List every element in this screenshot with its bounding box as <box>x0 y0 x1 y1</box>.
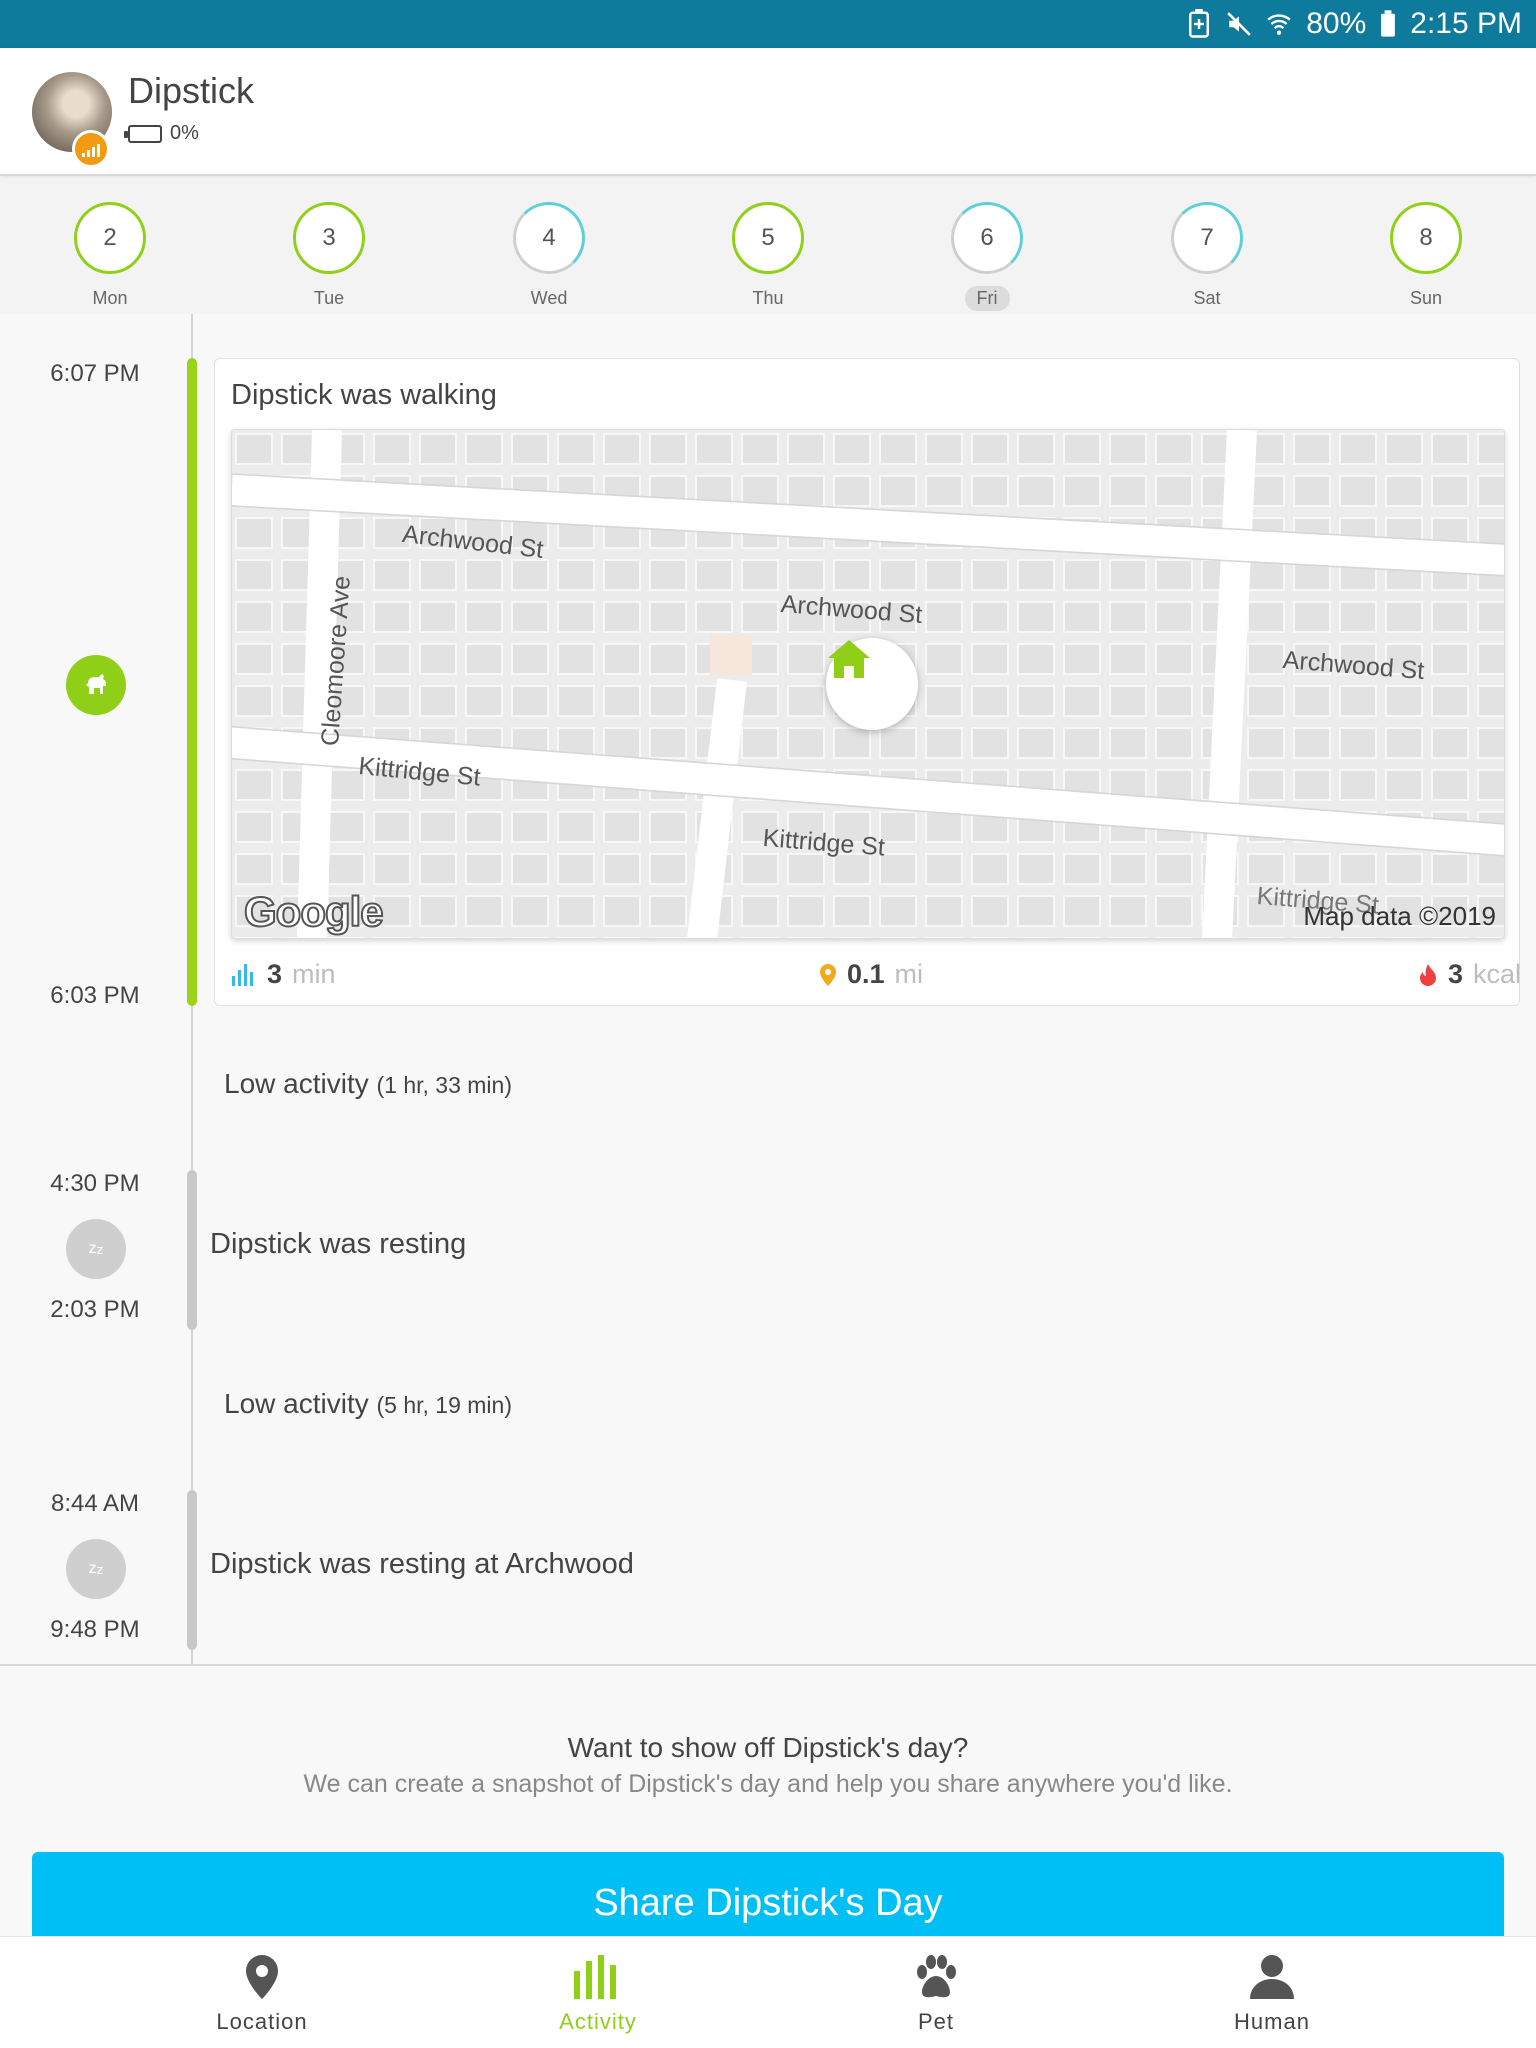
day-label: Mon <box>92 288 128 308</box>
day-thu[interactable]: 5 Thu <box>718 202 818 311</box>
day-sat[interactable]: 7 Sat <box>1157 202 1257 311</box>
day-label: Sat <box>1193 288 1221 308</box>
duration-unit: min <box>292 959 336 989</box>
clock: 2:15 PM <box>1410 7 1522 40</box>
nav-label: Location <box>216 2009 308 2034</box>
sleep-icon: zz <box>66 1539 126 1599</box>
day-mon[interactable]: 2 Mon <box>60 202 160 311</box>
day-ring: 7 <box>1171 202 1243 274</box>
sleep-icon: zz <box>66 1219 126 1279</box>
rest2-start-time: 8:44 AM <box>50 1490 140 1517</box>
mute-icon <box>1227 12 1251 36</box>
day-ring: 4 <box>513 202 585 274</box>
home-pin[interactable] <box>826 638 918 730</box>
signal-badge-icon <box>72 130 110 168</box>
day-label: Thu <box>752 288 784 308</box>
duration-value: 3 <box>267 959 283 989</box>
activity-timeline[interactable]: 6:07 PM 6:03 PM Dipstick was walking Arc… <box>0 314 1536 1666</box>
day-selector: 2 Mon 3 Tue 4 Wed 5 Thu 6 Fri 7 Sat 8 Su… <box>0 178 1536 314</box>
walking-dog-icon <box>66 655 126 715</box>
activity-bars-icon <box>574 1955 616 1999</box>
day-wed[interactable]: 4 Wed <box>499 202 599 311</box>
tracker-battery: 0% <box>124 122 199 145</box>
day-ring: 5 <box>732 202 804 274</box>
low-activity-duration: (1 hr, 33 min) <box>376 1072 513 1098</box>
battery-icon <box>1381 10 1396 37</box>
paw-icon <box>917 1955 956 1998</box>
low-activity-label: Low activity <box>224 1388 369 1419</box>
walk-stats: 3 min 0.1 mi 3 kcal <box>215 949 1521 999</box>
bottom-navigation: Location Activity Pet Human <box>0 1936 1536 2048</box>
tracker-battery-value: 0% <box>170 122 199 144</box>
location-pin-icon <box>820 963 836 986</box>
walk-duration-bar <box>187 358 197 1006</box>
battery-percent: 80% <box>1306 7 1367 40</box>
day-ring: 3 <box>293 202 365 274</box>
rest2-end-time: 9:48 PM <box>50 1616 140 1643</box>
walk-title: Dipstick was walking <box>231 379 497 411</box>
walk-map[interactable]: Archwood St Archwood St Archwood St Cleo… <box>231 429 1505 939</box>
pet-name: Dipstick <box>128 70 255 111</box>
person-icon <box>1250 1955 1294 1999</box>
rest2-duration-bar <box>187 1490 197 1650</box>
nav-label: Human <box>1234 2009 1310 2034</box>
distance-value: 0.1 <box>847 959 885 989</box>
low-activity-2[interactable]: Low activity (5 hr, 19 min) <box>224 1388 512 1420</box>
nav-label: Activity <box>559 2009 637 2034</box>
duration-stat: 3 min <box>231 959 336 990</box>
calories-unit: kcal <box>1472 959 1521 989</box>
location-pin-icon <box>246 1955 278 1999</box>
nav-activity[interactable]: Activity <box>498 1951 698 2035</box>
day-label: Sun <box>1409 288 1443 308</box>
day-ring: 6 <box>951 202 1023 274</box>
pet-header[interactable]: Dipstick 0% <box>0 48 1536 176</box>
rest1-start-time: 4:30 PM <box>50 1170 140 1197</box>
nav-location[interactable]: Location <box>162 1951 362 2035</box>
activity-bars-icon <box>232 963 253 986</box>
walk-card[interactable]: Dipstick was walking Archwood St Archwoo… <box>214 358 1521 1006</box>
day-fri[interactable]: 6 Fri <box>937 202 1037 311</box>
battery-saver-icon <box>1189 9 1210 38</box>
walk-start-time: 6:07 PM <box>50 360 140 387</box>
rest2-title[interactable]: Dipstick was resting at Archwood <box>210 1548 634 1581</box>
day-label: Wed <box>530 288 568 308</box>
nav-human[interactable]: Human <box>1172 1951 1372 2035</box>
day-label: Tue <box>313 288 345 308</box>
home-icon <box>828 640 870 678</box>
status-bar: 80% 2:15 PM <box>0 0 1536 48</box>
nav-pet[interactable]: Pet <box>836 1951 1036 2035</box>
rest1-end-time: 2:03 PM <box>50 1296 140 1323</box>
nav-label: Pet <box>917 2009 955 2034</box>
low-activity-1[interactable]: Low activity (1 hr, 33 min) <box>224 1068 512 1100</box>
rest1-title[interactable]: Dipstick was resting <box>210 1228 466 1261</box>
map-attribution[interactable]: Map data ©2019 <box>1303 901 1496 932</box>
distance-stat: 0.1 mi <box>819 959 923 990</box>
share-description: We can create a snapshot of Dipstick's d… <box>303 1770 1233 1798</box>
walk-end-time: 6:03 PM <box>50 982 140 1009</box>
day-ring: 2 <box>74 202 146 274</box>
day-sun[interactable]: 8 Sun <box>1376 202 1476 311</box>
low-activity-label: Low activity <box>224 1068 369 1099</box>
low-activity-duration: (5 hr, 19 min) <box>376 1392 513 1418</box>
share-question: Want to show off Dipstick's day? <box>567 1732 969 1763</box>
day-tue[interactable]: 3 Tue <box>279 202 379 311</box>
divider <box>0 1664 1536 1666</box>
battery-empty-icon <box>124 124 162 143</box>
calories-stat: 3 kcal <box>1418 959 1521 990</box>
rest1-duration-bar <box>187 1170 197 1330</box>
flame-icon <box>1419 963 1436 986</box>
day-ring: 8 <box>1390 202 1462 274</box>
distance-unit: mi <box>894 959 924 989</box>
wifi-icon <box>1267 14 1291 35</box>
day-label-selected: Fri <box>964 286 1010 311</box>
google-logo: Google <box>243 887 385 936</box>
calories-value: 3 <box>1447 959 1463 989</box>
